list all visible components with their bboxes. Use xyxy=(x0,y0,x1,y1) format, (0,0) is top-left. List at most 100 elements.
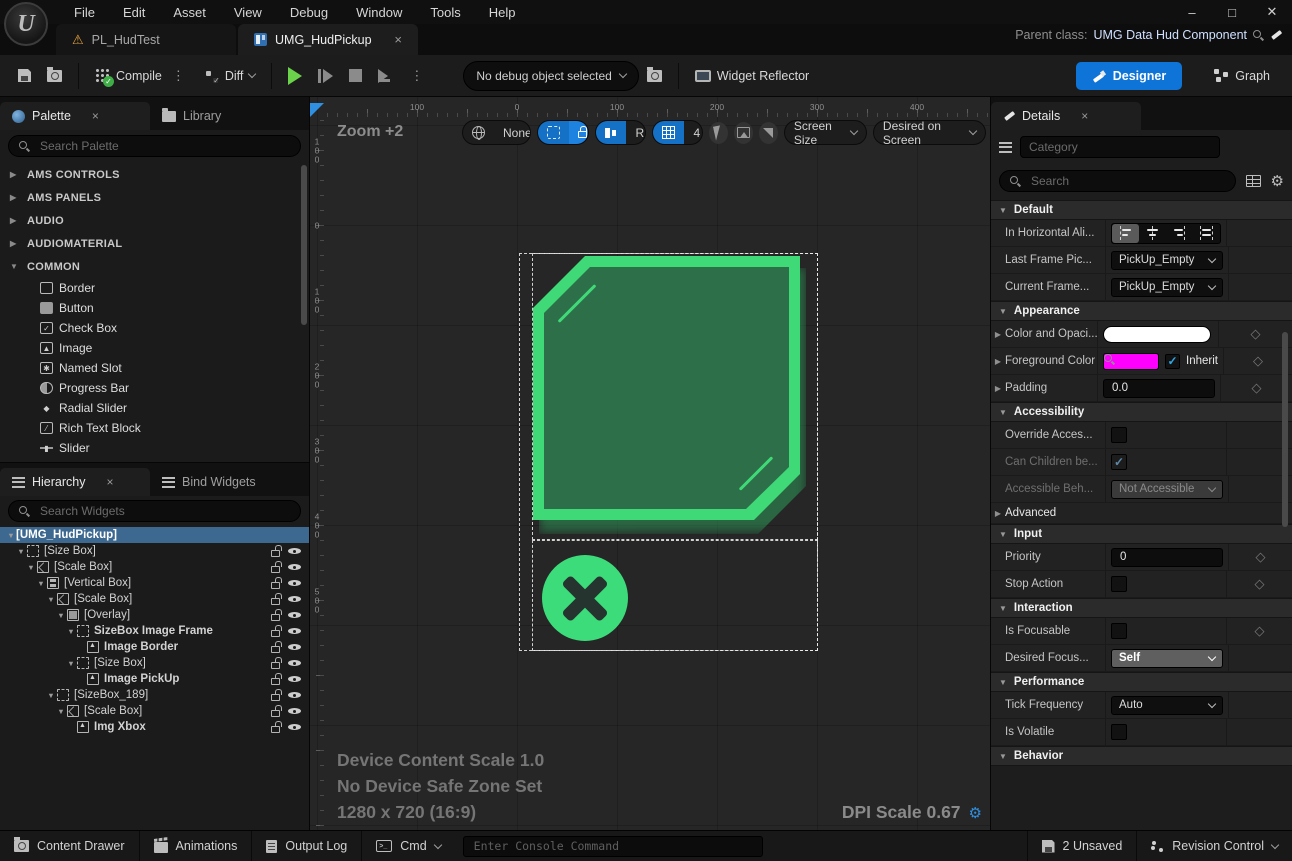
palette-category-ams-panels[interactable]: ▶AMS PANELS xyxy=(0,186,309,209)
screen-size-dropdown[interactable]: Screen Size xyxy=(784,120,867,145)
widget-reflector-button[interactable]: Widget Reflector xyxy=(687,61,817,91)
palette-category-common[interactable]: ▼COMMON xyxy=(0,255,309,278)
section-default[interactable]: ▼Default xyxy=(991,200,1292,220)
diff-button[interactable]: Diff xyxy=(197,61,264,91)
visibility-eye-icon[interactable] xyxy=(288,673,301,685)
stop-action-checkbox[interactable] xyxy=(1111,576,1127,592)
debug-object-dropdown[interactable]: No debug object selected xyxy=(463,61,638,91)
inherit-checkbox[interactable]: ✓ xyxy=(1165,354,1180,369)
section-interaction[interactable]: ▼Interaction xyxy=(991,598,1292,618)
section-appearance[interactable]: ▼Appearance xyxy=(991,301,1292,321)
frame-skip-button[interactable] xyxy=(310,61,341,91)
tick-frequency-dropdown[interactable]: Auto xyxy=(1111,696,1223,715)
foreground-color-swatch[interactable] xyxy=(1103,353,1159,370)
tab-bind-widgets[interactable]: Bind Widgets xyxy=(150,468,268,496)
parent-class-value[interactable]: UMG Data Hud Component xyxy=(1093,28,1247,42)
is-focusable-checkbox[interactable] xyxy=(1111,623,1127,639)
lock-icon[interactable] xyxy=(271,726,280,733)
reset-diamond-icon[interactable]: ◇ xyxy=(1229,549,1292,565)
close-icon[interactable]: × xyxy=(107,475,114,489)
tab-hierarchy[interactable]: Hierarchy × xyxy=(0,468,150,496)
hierarchy-search-input[interactable] xyxy=(8,500,301,522)
lock-icon[interactable] xyxy=(271,566,280,573)
tab-pl-hudtest[interactable]: ⚠ PL_HudTest xyxy=(56,24,236,55)
tree-row-image-pickup[interactable]: Image PickUp xyxy=(0,671,309,687)
visibility-eye-icon[interactable] xyxy=(288,689,301,701)
align-left-button[interactable] xyxy=(1112,224,1139,243)
palette-item-checkbox[interactable]: ✓Check Box xyxy=(0,318,309,338)
content-drawer-button[interactable]: Content Drawer xyxy=(0,831,140,861)
align-fill-button[interactable] xyxy=(1193,224,1220,243)
play-button[interactable] xyxy=(280,61,310,91)
section-performance[interactable]: ▼Performance xyxy=(991,672,1292,692)
visibility-eye-icon[interactable] xyxy=(288,657,301,669)
play-options-button[interactable]: ⋮ xyxy=(398,61,435,91)
menu-help[interactable]: Help xyxy=(475,0,530,24)
revision-control-button[interactable]: Revision Control xyxy=(1137,831,1292,861)
expand-arrow-icon[interactable]: ▶ xyxy=(991,330,1005,339)
override-accessible-checkbox[interactable] xyxy=(1111,427,1127,443)
menu-file[interactable]: File xyxy=(60,0,109,24)
xbox-button-image[interactable] xyxy=(542,555,628,641)
palette-item-progress-bar[interactable]: Progress Bar xyxy=(0,378,309,398)
tab-umg-hudpickup[interactable]: UMG_HudPickup × xyxy=(238,24,418,55)
menu-tools[interactable]: Tools xyxy=(416,0,474,24)
last-frame-dropdown[interactable]: PickUp_Empty xyxy=(1111,251,1223,270)
visibility-eye-icon[interactable] xyxy=(288,721,301,733)
color-opacity-swatch[interactable] xyxy=(1103,326,1211,343)
unreal-engine-logo-icon[interactable]: U xyxy=(4,2,48,46)
respect-locks-toggle[interactable]: R xyxy=(595,120,646,145)
desired-focus-dropdown[interactable]: Self xyxy=(1111,649,1223,668)
palette-item-border[interactable]: Border xyxy=(0,278,309,298)
graph-mode-button[interactable]: Graph xyxy=(1206,61,1278,91)
browse-asset-button[interactable] xyxy=(39,61,70,91)
priority-input[interactable] xyxy=(1111,548,1223,567)
tree-row-sizebox-189[interactable]: ▼[SizeBox_189] xyxy=(0,687,309,703)
align-right-button[interactable] xyxy=(1166,224,1193,243)
tree-row-sizebox-image-frame[interactable]: ▼SizeBox Image Frame xyxy=(0,623,309,639)
reset-diamond-icon[interactable]: ◇ xyxy=(1227,623,1292,639)
tree-row-scale-box-2[interactable]: ▼[Scale Box] xyxy=(0,591,309,607)
console-command-input[interactable] xyxy=(463,836,763,857)
grid-snap-dropdown[interactable]: 4 xyxy=(652,120,702,145)
palette-item-image[interactable]: ▲Image xyxy=(0,338,309,358)
visibility-eye-icon[interactable] xyxy=(288,609,301,621)
animations-button[interactable]: Animations xyxy=(140,831,253,861)
compile-button[interactable]: Compile ⋮ xyxy=(87,61,197,91)
stop-button[interactable] xyxy=(341,61,370,91)
widget-selection-frame[interactable] xyxy=(532,253,818,540)
designer-canvas[interactable]: 100 0 100 200 300 400 100 0 100 200 300 … xyxy=(310,97,990,830)
row-advanced[interactable]: ▶ Advanced xyxy=(991,503,1292,524)
display-filter-icon[interactable] xyxy=(1246,175,1261,187)
tab-palette[interactable]: Palette × xyxy=(0,102,150,130)
visibility-eye-icon[interactable] xyxy=(288,593,301,605)
palette-category-audio[interactable]: ▶AUDIO xyxy=(0,209,309,232)
current-frame-dropdown[interactable]: PickUp_Empty xyxy=(1111,278,1223,297)
tree-row-size-box[interactable]: ▼[Size Box] xyxy=(0,543,309,559)
palette-scrollbar[interactable] xyxy=(301,165,307,325)
save-button[interactable] xyxy=(10,61,39,91)
tab-library[interactable]: Library xyxy=(150,102,233,130)
lock-icon[interactable] xyxy=(271,582,280,589)
tree-row-size-box-2[interactable]: ▼[Size Box] xyxy=(0,655,309,671)
selection-outline-toggle[interactable] xyxy=(537,120,589,145)
section-behavior[interactable]: ▼Behavior xyxy=(991,746,1292,766)
can-children-checkbox[interactable]: ✓ xyxy=(1111,454,1127,470)
settings-gear-icon[interactable]: ⚙ xyxy=(1271,172,1284,190)
lock-icon[interactable] xyxy=(271,710,280,717)
tree-row-overlay[interactable]: ▼[Overlay] xyxy=(0,607,309,623)
visibility-eye-icon[interactable] xyxy=(288,561,301,573)
palette-item-named-slot[interactable]: ✱Named Slot xyxy=(0,358,309,378)
tree-row-img-xbox[interactable]: Img Xbox xyxy=(0,719,309,735)
tree-row-scale-box-3[interactable]: ▼[Scale Box] xyxy=(0,703,309,719)
close-icon[interactable]: × xyxy=(92,109,99,123)
visibility-eye-icon[interactable] xyxy=(288,641,301,653)
menu-view[interactable]: View xyxy=(220,0,276,24)
visibility-eye-icon[interactable] xyxy=(288,577,301,589)
align-center-button[interactable] xyxy=(1139,224,1166,243)
menu-window[interactable]: Window xyxy=(342,0,416,24)
tree-row-umg-hudpickup[interactable]: ▼[UMG_HudPickup] xyxy=(0,527,309,543)
palette-category-audiomaterial[interactable]: ▶AUDIOMATERIAL xyxy=(0,232,309,255)
is-volatile-checkbox[interactable] xyxy=(1111,724,1127,740)
expand-arrow-icon[interactable]: ▶ xyxy=(991,384,1005,393)
